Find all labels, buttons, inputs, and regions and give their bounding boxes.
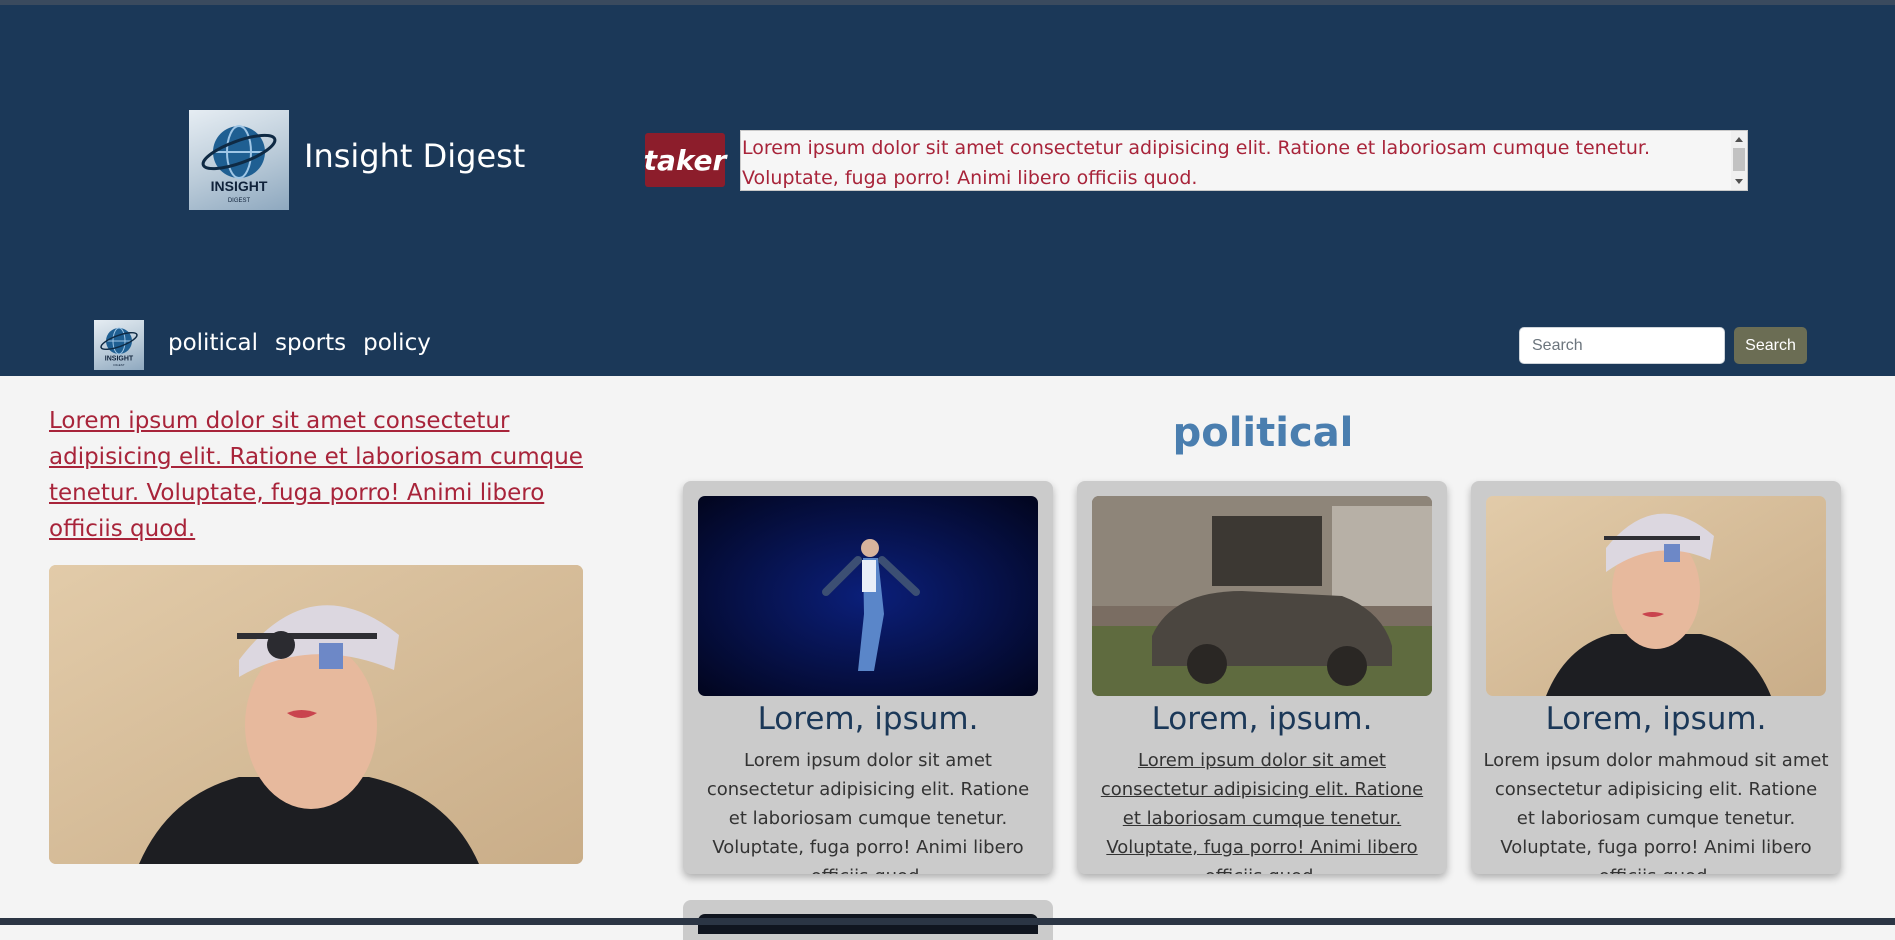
article-card[interactable]: Lorem, ipsum. Lorem ipsum dolor sit amet… <box>683 481 1053 874</box>
section-title: political <box>1172 410 1354 456</box>
news-ticker[interactable]: Lorem ipsum dolor sit amet consectetur a… <box>740 130 1748 191</box>
card-title: Lorem, ipsum. <box>1151 701 1373 737</box>
logo-text-main: INSIGHT <box>211 178 268 194</box>
bottom-bar <box>0 918 1895 925</box>
arrow-down-icon[interactable] <box>1735 179 1743 184</box>
article-card[interactable]: Lorem, ipsum. Lorem ipsum dolor mahmoud … <box>1471 481 1841 874</box>
logo-text-sub: DIGEST <box>113 363 124 367</box>
ticker-scroll-thumb[interactable] <box>1733 148 1745 171</box>
card-text: Lorem ipsum dolor mahmoud sit amet conse… <box>1483 750 1829 874</box>
nav-link-policy[interactable]: policy <box>363 330 431 356</box>
search-input[interactable] <box>1519 327 1725 364</box>
brand-title[interactable]: Insight Digest <box>304 137 525 175</box>
card-text: Lorem ipsum dolor sit amet consectetur a… <box>706 750 1030 874</box>
feature-image[interactable] <box>49 565 583 864</box>
ticker-label: taker <box>644 133 726 187</box>
feature-headline-link[interactable]: Lorem ipsum dolor sit amet consectetur a… <box>49 403 589 547</box>
logo-text-main: INSIGHT <box>105 356 134 363</box>
nav-logo[interactable]: INSIGHT DIGEST <box>94 320 144 370</box>
ticker-scrollbar[interactable] <box>1731 131 1747 190</box>
card-photo <box>698 496 1038 696</box>
search-button[interactable]: Search <box>1734 327 1807 364</box>
arrow-up-icon[interactable] <box>1735 137 1743 142</box>
card-title: Lorem, ipsum. <box>1545 701 1767 737</box>
card-image[interactable] <box>698 496 1038 696</box>
globe-logo-icon: INSIGHT DIGEST <box>100 327 138 367</box>
brand-logo[interactable]: INSIGHT DIGEST <box>189 110 289 210</box>
article-card[interactable]: Lorem, ipsum. Lorem ipsum dolor sit amet… <box>1077 481 1447 874</box>
card-title: Lorem, ipsum. <box>757 701 979 737</box>
card-photo <box>1092 496 1432 696</box>
card-text-link[interactable]: Lorem ipsum dolor sit amet consectetur a… <box>1089 746 1435 874</box>
nav-link-sports[interactable]: sports <box>275 330 346 356</box>
card-photo <box>1486 496 1826 696</box>
logo-text-sub: DIGEST <box>228 198 251 204</box>
globe-logo-icon: INSIGHT DIGEST <box>201 125 277 204</box>
site-header: INSIGHT DIGEST Insight Digest taker Lore… <box>0 5 1895 376</box>
nav-link-political[interactable]: political <box>168 330 258 356</box>
card-image[interactable] <box>1092 496 1432 696</box>
card-image[interactable] <box>1486 496 1826 696</box>
ticker-text: Lorem ipsum dolor sit amet consectetur a… <box>742 137 1650 189</box>
feature-photo <box>49 565 583 864</box>
main-nav: political sports policy <box>168 330 431 356</box>
